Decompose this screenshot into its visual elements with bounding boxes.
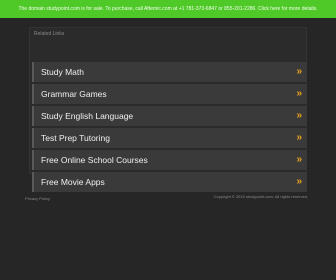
link-label[interactable]: Study English Language — [41, 111, 133, 121]
domain-sale-banner[interactable]: The domain studypoint.com is for sale. T… — [0, 0, 336, 18]
chevron-right-icon[interactable]: » — [296, 176, 301, 187]
link-grammar-games[interactable]: Grammar Games » — [32, 84, 307, 104]
link-label[interactable]: Grammar Games — [41, 89, 107, 99]
link-free-online-school-courses[interactable]: Free Online School Courses » — [32, 150, 307, 170]
link-free-movie-apps[interactable]: Free Movie Apps » — [32, 172, 307, 192]
link-label[interactable]: Free Online School Courses — [41, 155, 148, 165]
related-links-list: Study Math » Grammar Games » Study Engli… — [32, 62, 307, 194]
chevron-right-icon[interactable]: » — [296, 66, 301, 77]
link-label[interactable]: Study Math — [41, 67, 84, 77]
link-study-math[interactable]: Study Math » — [32, 62, 307, 82]
panel-title: Related Links — [34, 31, 65, 37]
copyright-text: Copyright © 2015 studypoint.com. All rig… — [213, 194, 308, 199]
link-label[interactable]: Test Prep Tutoring — [41, 133, 110, 143]
chevron-right-icon[interactable]: » — [296, 88, 301, 99]
related-links-panel: Related Links Study Math » Grammar Games… — [29, 27, 307, 192]
link-label[interactable]: Free Movie Apps — [41, 177, 105, 187]
link-study-english-language[interactable]: Study English Language » — [32, 106, 307, 126]
privacy-policy-link[interactable]: Privacy Policy — [25, 196, 50, 201]
chevron-right-icon[interactable]: » — [296, 154, 301, 165]
chevron-right-icon[interactable]: » — [296, 132, 301, 143]
domain-sale-text[interactable]: The domain studypoint.com is for sale. T… — [18, 6, 317, 12]
chevron-right-icon[interactable]: » — [296, 110, 301, 121]
link-test-prep-tutoring[interactable]: Test Prep Tutoring » — [32, 128, 307, 148]
